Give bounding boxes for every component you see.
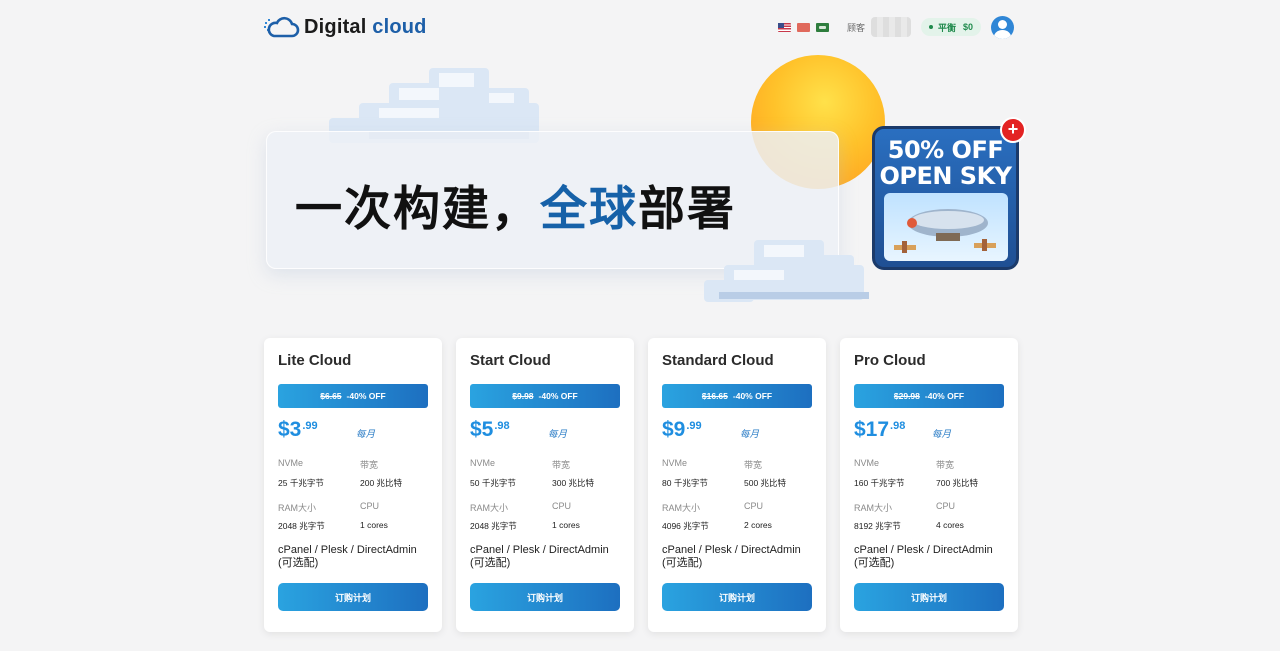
order-plan-button[interactable]: 订购计划 [662, 583, 812, 611]
control-panel-text: cPanel / Plesk / DirectAdmin (可选配) [662, 544, 801, 569]
promo-title-line1: 50% OFF [887, 136, 1004, 164]
hero-title: 一次构建，全球部署 [295, 182, 736, 237]
bandwidth-value: 300 兆比特 [552, 478, 595, 488]
plan-name: Standard Cloud [662, 352, 774, 369]
control-panel-text: cPanel / Plesk / DirectAdmin (可选配) [278, 544, 417, 569]
balance-amount: $0 [962, 22, 973, 32]
discount-banner: $6.65 -40% OFF [278, 384, 428, 408]
airship-illustration [884, 193, 1008, 261]
plan-card-pro: Pro Cloud $29.98 -40% OFF $17.98 每月 NVMe … [840, 338, 1018, 632]
cpu-value: 2 cores [744, 520, 772, 530]
old-price: $16.65 [701, 391, 728, 401]
ram-value: 4096 兆字节 [662, 521, 709, 531]
bandwidth-label: 带宽 [360, 460, 379, 470]
logo-text-dark: Digital [304, 15, 367, 38]
order-plan-button[interactable]: 订购计划 [470, 583, 620, 611]
site-header: Digital cloud 顾客 平衡 $0 [264, 12, 1014, 42]
billing-period: 每月 [740, 429, 760, 440]
cpu-value: 4 cores [936, 520, 964, 530]
discount-label: -40% OFF [538, 391, 578, 401]
bandwidth-label: 带宽 [936, 460, 955, 470]
ram-label: RAM大小 [662, 503, 700, 513]
ram-value: 8192 兆字节 [854, 521, 901, 531]
sa-flag-icon[interactable] [815, 22, 829, 32]
ram-value: 2048 兆字节 [470, 521, 517, 531]
plan-price: $17.98 [854, 418, 906, 441]
plan-card-start: Start Cloud $9.98 -40% OFF $5.98 每月 NVMe … [456, 338, 634, 632]
plan-card-lite: Lite Cloud $6.65 -40% OFF $3.99 每月 NVMe 带… [264, 338, 442, 632]
cloud-logo-icon [264, 16, 300, 38]
plan-card-standard: Standard Cloud $16.65 -40% OFF $9.99 每月 N… [648, 338, 826, 632]
nvme-value: 25 千兆字节 [278, 478, 324, 488]
cpu-label: CPU [552, 501, 572, 511]
promo-card[interactable]: 50% OFF OPEN SKY [872, 126, 1019, 270]
old-price: $6.65 [320, 391, 342, 401]
balance-label: 平衡 [937, 22, 956, 33]
plan-price: $9.99 [662, 418, 702, 441]
nvme-label: NVMe [278, 458, 304, 468]
cpu-value: 1 cores [552, 520, 580, 530]
plan-name: Start Cloud [470, 352, 551, 369]
header-actions: 顾客 平衡 $0 [777, 15, 1014, 39]
nvme-value: 50 千兆字节 [470, 478, 516, 488]
balance-badge[interactable]: 平衡 $0 [920, 18, 981, 36]
billing-period: 每月 [548, 429, 568, 440]
cn-flag-icon[interactable] [796, 22, 810, 32]
bandwidth-label: 带宽 [744, 460, 763, 470]
old-price: $29.98 [893, 391, 920, 401]
cpu-label: CPU [936, 501, 956, 511]
pixel-cloud-small-illustration [704, 240, 869, 302]
plan-name: Pro Cloud [854, 352, 926, 369]
nvme-value: 160 千兆字节 [854, 478, 905, 488]
plan-name: Lite Cloud [278, 352, 352, 369]
bandwidth-value: 200 兆比特 [360, 478, 403, 488]
plan-price: $5.98 [470, 418, 510, 441]
us-flag-icon[interactable] [777, 22, 791, 32]
control-panel-text: cPanel / Plesk / DirectAdmin (可选配) [470, 544, 609, 569]
cpu-label: CPU [360, 501, 380, 511]
logo[interactable]: Digital cloud [264, 14, 427, 40]
discount-banner: $16.65 -40% OFF [662, 384, 812, 408]
nvme-label: NVMe [470, 458, 496, 468]
discount-banner: $9.98 -40% OFF [470, 384, 620, 408]
old-price: $9.98 [512, 391, 534, 401]
promo-title-line2: OPEN SKY [879, 162, 1012, 190]
control-panel-text: cPanel / Plesk / DirectAdmin (可选配) [854, 544, 993, 569]
hero-section: 一次构建，全球部署 50% OFF OPEN SKY + [264, 55, 1034, 315]
ram-value: 2048 兆字节 [278, 521, 325, 531]
cpu-value: 1 cores [360, 520, 388, 530]
cpu-label: CPU [744, 501, 764, 511]
guest-name-redacted [870, 17, 911, 37]
guest-label[interactable]: 顾客 [847, 21, 865, 34]
bandwidth-label: 带宽 [552, 460, 571, 470]
discount-label: -40% OFF [924, 391, 965, 401]
ram-label: RAM大小 [470, 503, 508, 513]
plan-price: $3.99 [278, 418, 318, 441]
logo-text-blue: cloud [366, 15, 427, 38]
pricing-cards: Lite Cloud $6.65 -40% OFF $3.99 每月 NVMe 带… [264, 338, 1018, 632]
user-avatar-icon[interactable] [991, 15, 1014, 39]
nvme-value: 80 千兆字节 [662, 478, 708, 488]
discount-label: -40% OFF [346, 391, 386, 401]
ram-label: RAM大小 [278, 503, 316, 513]
discount-banner: $29.98 -40% OFF [854, 384, 1004, 408]
discount-label: -40% OFF [732, 391, 773, 401]
bandwidth-value: 700 兆比特 [936, 478, 979, 488]
bandwidth-value: 500 兆比特 [744, 478, 787, 488]
nvme-label: NVMe [662, 458, 688, 468]
billing-period: 每月 [356, 429, 376, 440]
promo-add-icon[interactable]: + [1000, 117, 1026, 143]
order-plan-button[interactable]: 订购计划 [854, 583, 1004, 611]
order-plan-button[interactable]: 订购计划 [278, 583, 428, 611]
billing-period: 每月 [932, 429, 952, 440]
status-dot-icon [928, 25, 933, 29]
ram-label: RAM大小 [854, 503, 892, 513]
nvme-label: NVMe [854, 458, 880, 468]
